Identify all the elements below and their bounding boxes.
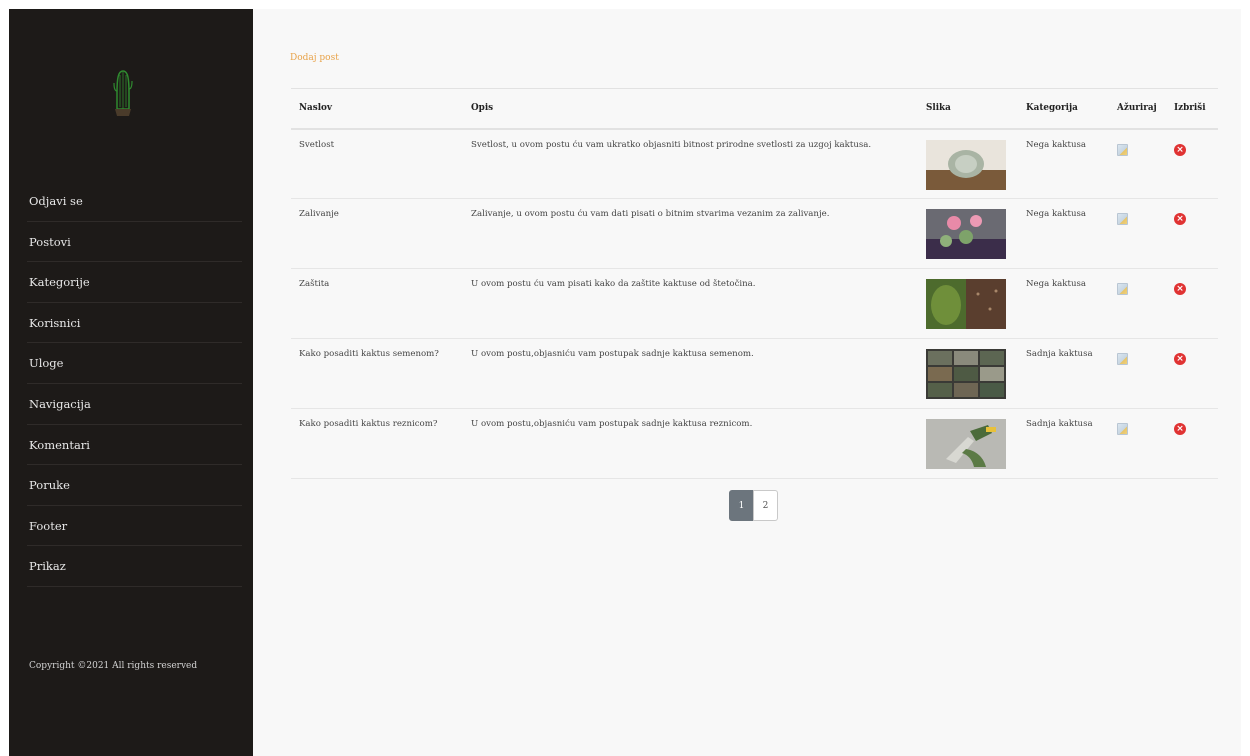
pagination: 1 2 <box>729 490 778 521</box>
edit-icon[interactable] <box>1117 353 1128 365</box>
table-row: Svetlost Svetlost, u ovom postu ću vam u… <box>291 129 1218 199</box>
sidebar-item-posts[interactable]: Postovi <box>27 222 242 263</box>
sidebar-item-roles[interactable]: Uloge <box>27 343 242 384</box>
column-header-image: Slika <box>926 103 951 114</box>
column-header-delete: Izbriši <box>1174 103 1206 114</box>
table-header-row: Naslov Opis Slika Kategorija Ažuriraj Iz… <box>291 88 1218 129</box>
page-button-2[interactable]: 2 <box>753 490 778 521</box>
sidebar-item-messages[interactable]: Poruke <box>27 465 242 506</box>
post-category: Nega kaktusa <box>1026 279 1087 289</box>
post-title: Svetlost <box>299 139 335 150</box>
page-button-1[interactable]: 1 <box>729 490 754 521</box>
table-row: Zalivanje Zalivanje, u ovom postu ću vam… <box>291 199 1218 269</box>
post-category: Nega kaktusa <box>1026 209 1087 219</box>
post-description: U ovom postu,objasniću vam postupak sadn… <box>471 349 754 359</box>
post-title: Zaštita <box>299 279 330 289</box>
copyright-text: Copyright ©2021 All rights reserved <box>29 661 198 671</box>
sidebar-item-navigation[interactable]: Navigacija <box>27 384 242 425</box>
column-header-category: Kategorija <box>1026 103 1078 114</box>
post-category: Nega kaktusa <box>1026 139 1087 150</box>
post-title: Zalivanje <box>299 209 339 219</box>
delete-icon[interactable]: × <box>1174 213 1186 225</box>
post-thumbnail <box>926 279 1006 329</box>
sidebar-item-logout[interactable]: Odjavi se <box>27 181 242 222</box>
sidebar-item-categories[interactable]: Kategorije <box>27 262 242 303</box>
post-description: U ovom postu,objasniću vam postupak sadn… <box>471 419 753 429</box>
post-category: Sadnja kaktusa <box>1026 349 1093 359</box>
post-description: Zalivanje, u ovom postu ću vam dati pisa… <box>471 209 830 219</box>
delete-icon[interactable]: × <box>1174 143 1186 156</box>
table-row: Zaštita U ovom postu ću vam pisati kako … <box>291 269 1218 339</box>
sidebar-nav: Odjavi se Postovi Kategorije Korisnici U… <box>27 181 242 587</box>
post-title: Kako posaditi kaktus reznicom? <box>299 419 438 429</box>
column-header-update: Ažuriraj <box>1117 103 1157 114</box>
post-thumbnail <box>926 349 1006 399</box>
post-title: Kako posaditi kaktus semenom? <box>299 349 439 359</box>
post-thumbnail <box>926 139 1006 190</box>
posts-table: Naslov Opis Slika Kategorija Ažuriraj Iz… <box>291 88 1218 479</box>
cactus-icon <box>113 70 133 116</box>
edit-icon[interactable] <box>1117 283 1128 295</box>
post-description: U ovom postu ću vam pisati kako da zašti… <box>471 279 756 289</box>
main-content: Dodaj post Naslov Opis Slika Kategorija … <box>253 9 1241 756</box>
post-thumbnail <box>926 209 1006 259</box>
sidebar: Odjavi se Postovi Kategorije Korisnici U… <box>9 9 253 756</box>
sidebar-item-comments[interactable]: Komentari <box>27 425 242 466</box>
post-category: Sadnja kaktusa <box>1026 419 1093 429</box>
edit-icon[interactable] <box>1117 143 1128 156</box>
sidebar-item-footer[interactable]: Footer <box>27 506 242 547</box>
delete-icon[interactable]: × <box>1174 353 1186 365</box>
edit-icon[interactable] <box>1117 423 1128 435</box>
delete-icon[interactable]: × <box>1174 423 1186 435</box>
sidebar-item-users[interactable]: Korisnici <box>27 303 242 344</box>
edit-icon[interactable] <box>1117 213 1128 225</box>
column-header-title: Naslov <box>299 103 333 114</box>
delete-icon[interactable]: × <box>1174 283 1186 295</box>
add-post-link[interactable]: Dodaj post <box>290 53 339 63</box>
post-description: Svetlost, u ovom postu ću vam ukratko ob… <box>471 139 872 150</box>
column-header-description: Opis <box>471 103 494 114</box>
sidebar-item-display[interactable]: Prikaz <box>27 546 242 587</box>
table-row: Kako posaditi kaktus reznicom? U ovom po… <box>291 409 1218 479</box>
post-thumbnail <box>926 419 1006 469</box>
table-row: Kako posaditi kaktus semenom? U ovom pos… <box>291 339 1218 409</box>
